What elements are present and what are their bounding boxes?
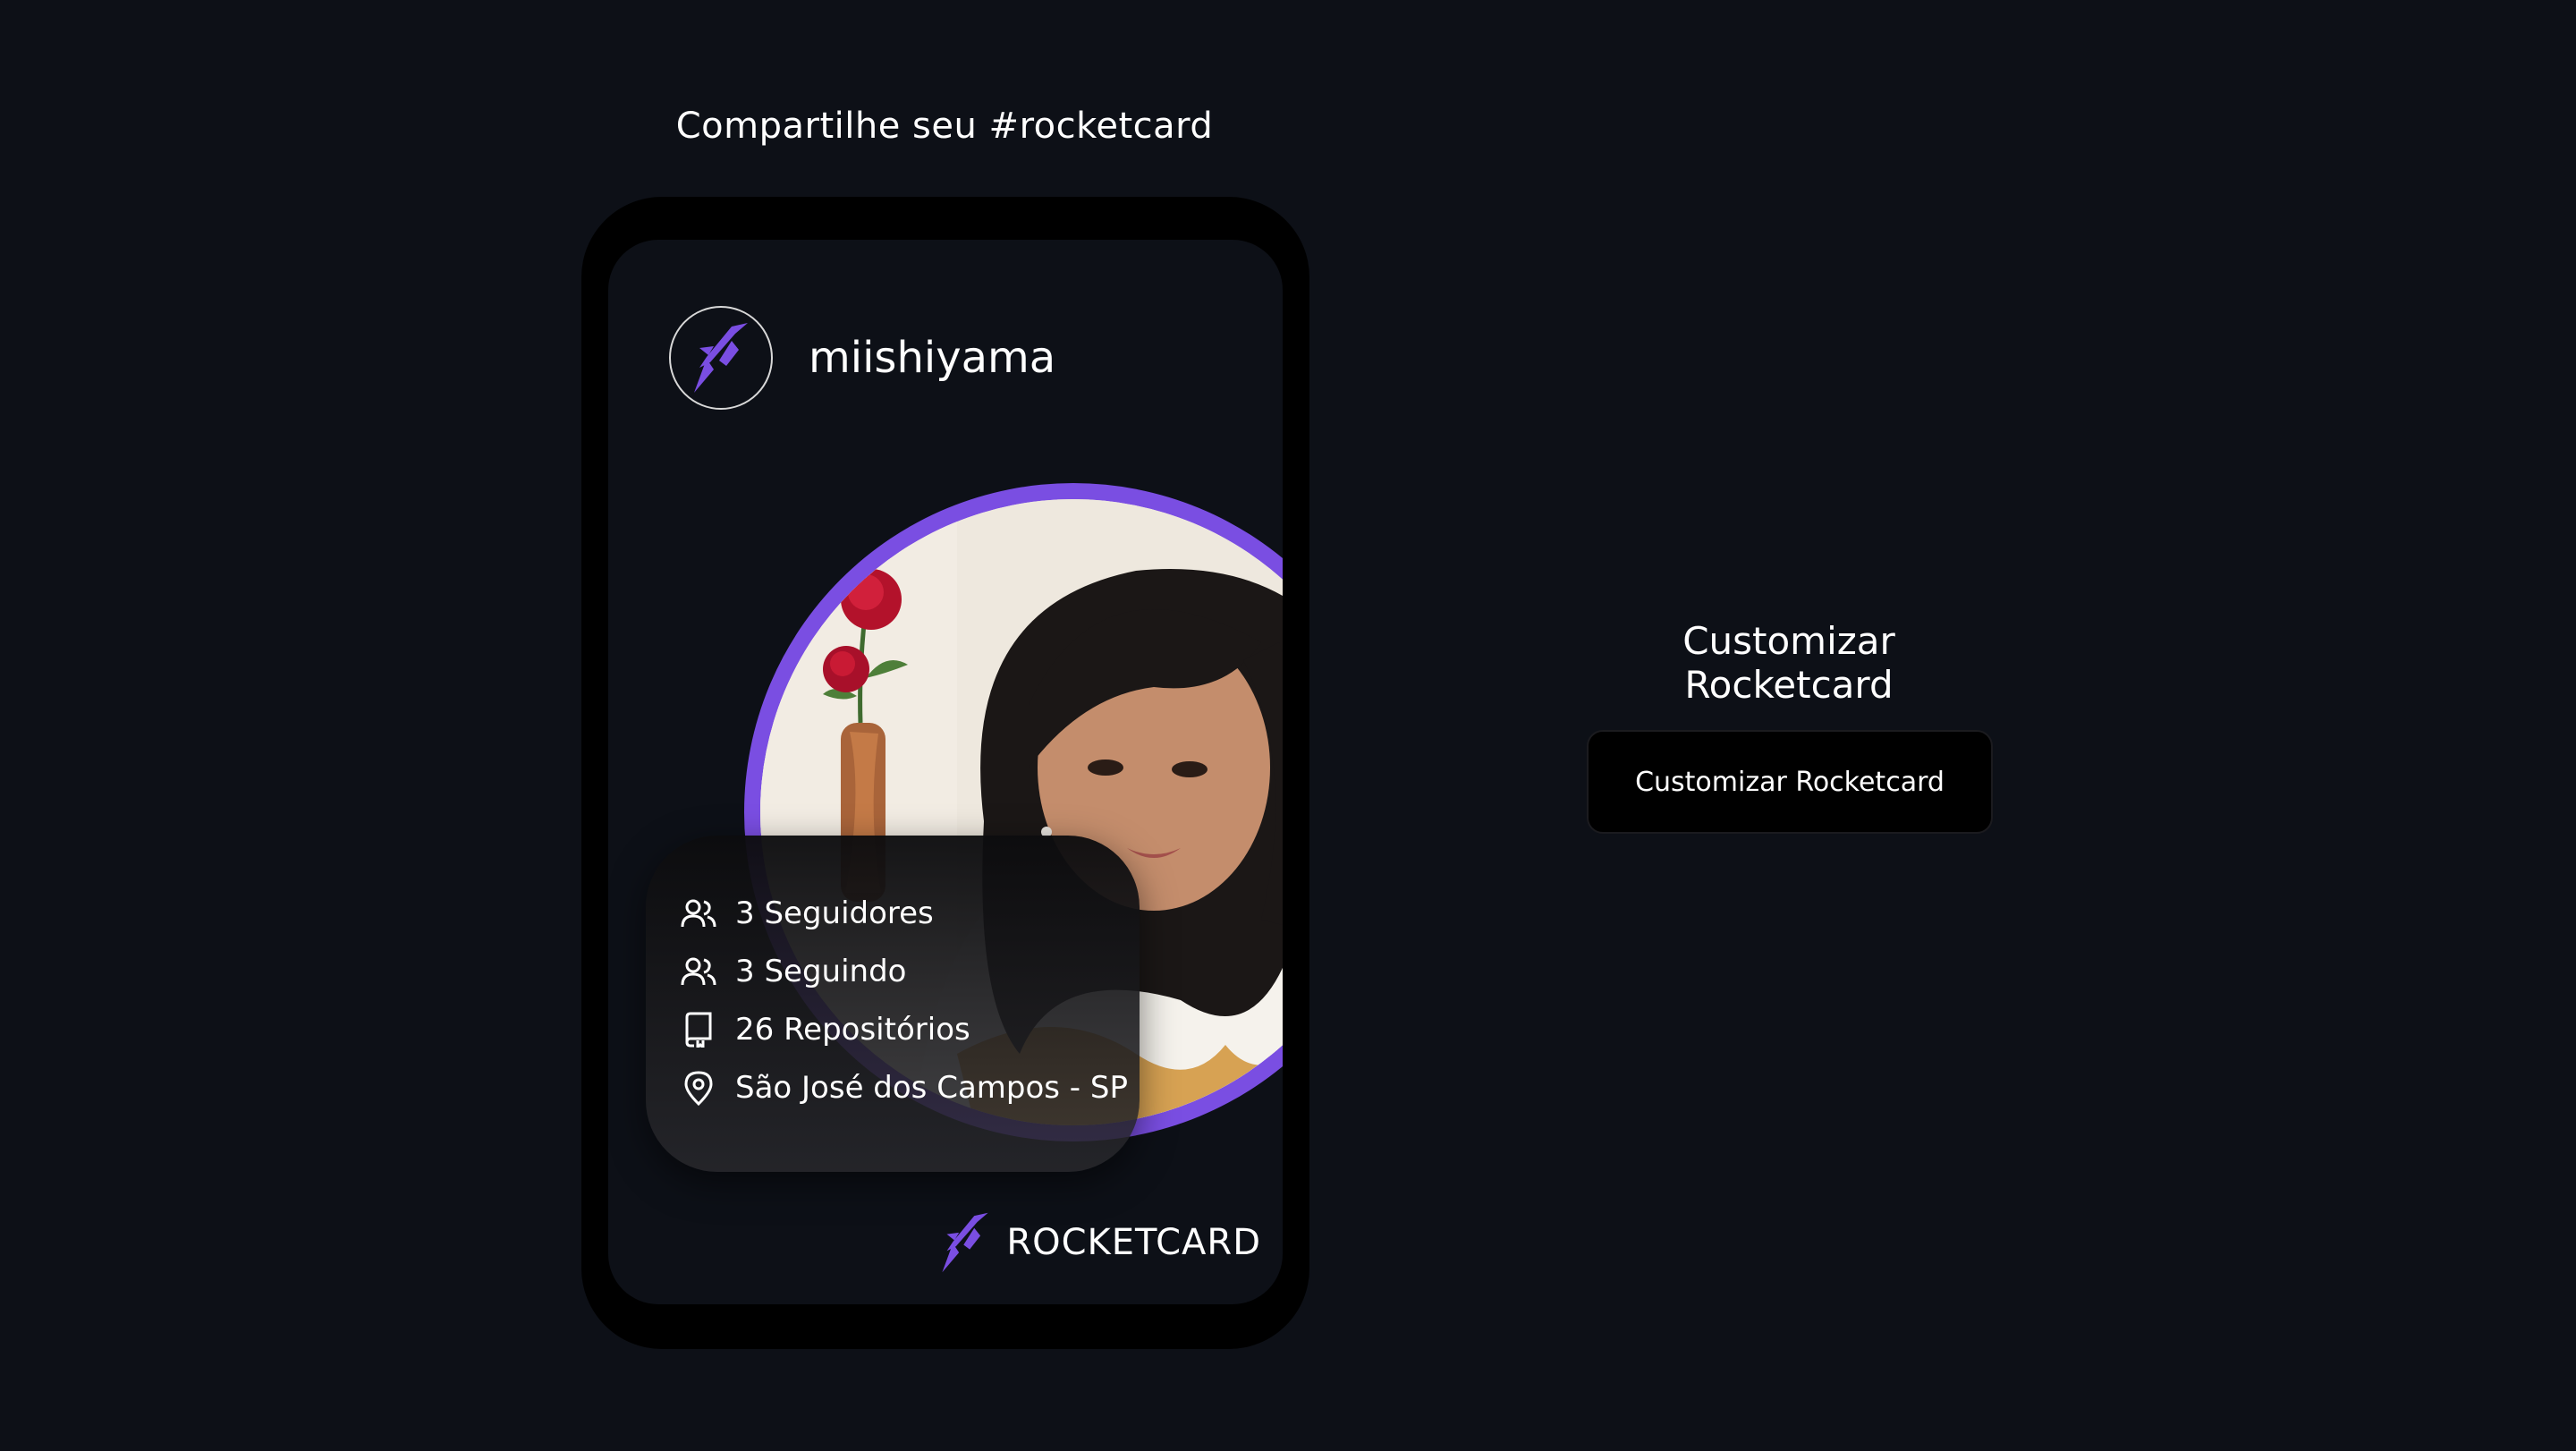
customize-title: Customizar Rocketcard: [1682, 619, 1895, 707]
users-icon: [680, 953, 717, 990]
repo-icon: [680, 1011, 717, 1048]
brand: ROCKETCARD: [940, 1211, 1261, 1274]
rocketcard: miishiyama 3 Seguidores 3 Seguindo 26 Re…: [608, 240, 1283, 1304]
stat-location-label: São José dos Campos - SP: [735, 1069, 1128, 1106]
share-title: Compartilhe seu #rocketcard: [675, 106, 1214, 147]
card-frame: miishiyama 3 Seguidores 3 Seguindo 26 Re…: [581, 197, 1309, 1349]
users-icon: [680, 895, 717, 932]
page: Compartilhe seu #rocketcard miishiyama 3…: [0, 0, 2576, 1451]
username: miishiyama: [809, 333, 1056, 383]
user-row: miishiyama: [669, 306, 1055, 410]
stat-repositories: 26 Repositórios: [680, 1000, 1128, 1058]
stat-followers-label: 3 Seguidores: [735, 895, 934, 931]
logo-circle: [669, 306, 773, 410]
stat-following: 3 Seguindo: [680, 942, 1128, 1000]
stats-panel: 3 Seguidores 3 Seguindo 26 Repositórios …: [646, 836, 1140, 1172]
stat-location: São José dos Campos - SP: [680, 1058, 1128, 1116]
stat-following-label: 3 Seguindo: [735, 953, 907, 989]
brand-name: ROCKETCARD: [1006, 1222, 1261, 1263]
stats-list: 3 Seguidores 3 Seguindo 26 Repositórios …: [680, 884, 1128, 1116]
customize-rocketcard-button[interactable]: Customizar Rocketcard: [1587, 730, 1993, 834]
location-pin-icon: [680, 1069, 717, 1107]
rocket-icon: [694, 323, 748, 393]
stat-followers: 3 Seguidores: [680, 884, 1128, 942]
rocket-icon: [942, 1212, 988, 1273]
stat-repositories-label: 26 Repositórios: [735, 1011, 970, 1048]
